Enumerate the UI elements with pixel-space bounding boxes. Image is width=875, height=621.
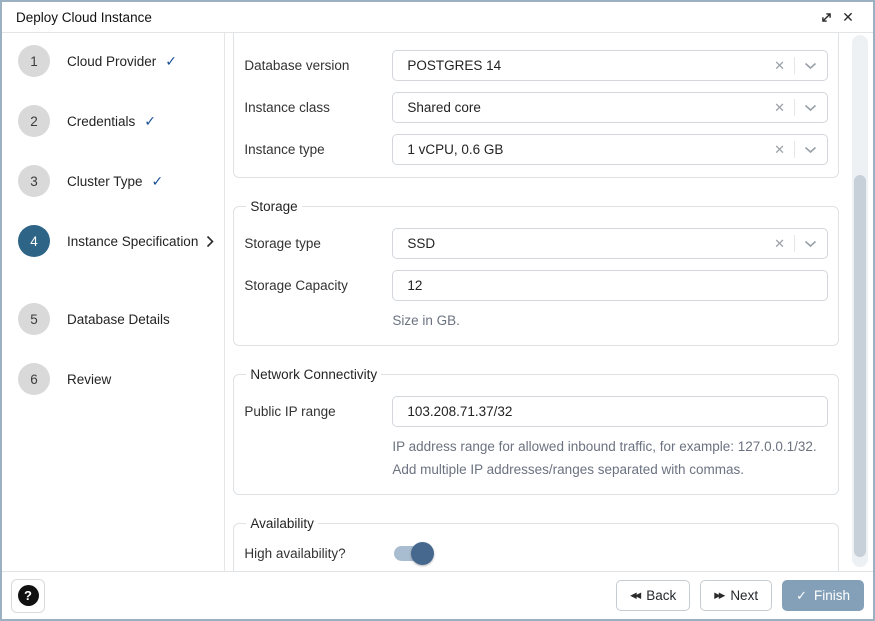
- instance-type-select[interactable]: 1 vCPU, 0.6 GB ✕: [392, 134, 828, 165]
- select-icons: ✕: [774, 135, 817, 164]
- step-label: Instance Specification: [67, 234, 198, 249]
- database-version-value: POSTGRES 14: [407, 58, 763, 73]
- storage-capacity-label: Storage Capacity: [244, 277, 392, 295]
- step-number-badge: 6: [18, 363, 50, 395]
- field-row-storage-capacity: Storage Capacity: [244, 270, 828, 301]
- step-review[interactable]: 6 Review: [12, 363, 214, 395]
- back-button[interactable]: ◀◀ Back: [616, 580, 690, 611]
- back-arrows-icon: ◀◀: [630, 590, 639, 601]
- next-button-label: Next: [730, 588, 758, 603]
- instance-class-label: Instance class: [244, 99, 392, 117]
- database-version-select[interactable]: POSTGRES 14 ✕: [392, 50, 828, 81]
- select-divider: [794, 57, 795, 74]
- step-number-badge: 2: [18, 105, 50, 137]
- finish-check-icon: ✓: [796, 588, 807, 604]
- finish-button[interactable]: ✓ Finish: [782, 580, 864, 611]
- step-label: Database Details: [67, 312, 170, 327]
- section-network-legend: Network Connectivity: [246, 367, 381, 382]
- high-availability-label: High availability?: [244, 545, 392, 563]
- field-row-database-version: Database version POSTGRES 14 ✕: [244, 50, 828, 81]
- field-row-instance-type: Instance type 1 vCPU, 0.6 GB ✕: [244, 134, 828, 165]
- deploy-cloud-instance-dialog: Deploy Cloud Instance ✕ 1 Cloud Provider…: [0, 0, 875, 621]
- field-row-storage-type: Storage type SSD ✕: [244, 228, 828, 259]
- select-icons: ✕: [774, 93, 817, 122]
- step-instance-specification[interactable]: 4 Instance Specification: [12, 225, 214, 257]
- section-network-connectivity: Network Connectivity Public IP range IP …: [233, 367, 839, 495]
- storage-type-label: Storage type: [244, 235, 392, 253]
- step-complete-check-icon: ✓: [165, 53, 177, 70]
- high-availability-toggle[interactable]: [394, 546, 430, 561]
- section-storage: Storage Storage type SSD ✕: [233, 199, 839, 346]
- form-content-area: Version & Instance Database version POST…: [225, 33, 873, 571]
- select-divider: [794, 141, 795, 158]
- public-ip-label: Public IP range: [244, 403, 392, 421]
- help-button[interactable]: ?: [11, 579, 45, 613]
- section-availability: Availability High availability? Secondar…: [233, 516, 839, 571]
- step-label: Credentials: [67, 114, 135, 129]
- select-icons: ✕: [774, 51, 817, 80]
- storage-type-select[interactable]: SSD ✕: [392, 228, 828, 259]
- step-credentials[interactable]: 2 Credentials ✓: [12, 105, 214, 137]
- step-complete-check-icon: ✓: [144, 113, 156, 130]
- step-label: Cloud Provider: [67, 54, 156, 69]
- database-version-label: Database version: [244, 57, 392, 75]
- step-number-badge: 1: [18, 45, 50, 77]
- section-version-instance-legend: Version & Instance: [246, 33, 367, 36]
- field-row-instance-class: Instance class Shared core ✕: [244, 92, 828, 123]
- vertical-scrollbar-track[interactable]: [852, 35, 868, 567]
- select-divider: [794, 235, 795, 252]
- field-row-high-availability: High availability?: [244, 545, 828, 563]
- field-row-public-ip: Public IP range: [244, 396, 828, 427]
- chevron-down-icon[interactable]: [804, 62, 817, 70]
- storage-capacity-helper: Size in GB.: [392, 310, 828, 333]
- active-step-chevron-right-icon: [206, 235, 214, 248]
- dialog-titlebar: Deploy Cloud Instance ✕: [2, 2, 873, 33]
- public-ip-helper: IP address range for allowed inbound tra…: [392, 436, 828, 482]
- form-scroll-region: Version & Instance Database version POST…: [225, 33, 873, 571]
- section-storage-legend: Storage: [246, 199, 301, 214]
- section-version-instance: Version & Instance Database version POST…: [233, 33, 839, 178]
- dialog-body: 1 Cloud Provider ✓ 2 Credentials ✓ 3 Clu…: [2, 33, 873, 571]
- step-number-badge: 4: [18, 225, 50, 257]
- finish-button-label: Finish: [814, 588, 850, 603]
- instance-class-value: Shared core: [407, 100, 763, 115]
- clear-icon[interactable]: ✕: [774, 237, 785, 250]
- instance-class-select[interactable]: Shared core ✕: [392, 92, 828, 123]
- close-icon: ✕: [842, 10, 854, 24]
- step-cloud-provider[interactable]: 1 Cloud Provider ✓: [12, 45, 214, 77]
- select-icons: ✕: [774, 229, 817, 258]
- toggle-knob: [411, 542, 434, 565]
- public-ip-input[interactable]: [392, 396, 828, 427]
- section-availability-legend: Availability: [246, 516, 318, 531]
- chevron-down-icon[interactable]: [804, 104, 817, 112]
- storage-type-value: SSD: [407, 236, 763, 251]
- step-number-badge: 5: [18, 303, 50, 335]
- close-button[interactable]: ✕: [837, 6, 859, 28]
- select-divider: [794, 99, 795, 116]
- chevron-down-icon[interactable]: [804, 240, 817, 248]
- dialog-title: Deploy Cloud Instance: [16, 10, 152, 25]
- step-database-details[interactable]: 5 Database Details: [12, 303, 214, 335]
- storage-capacity-input[interactable]: [392, 270, 828, 301]
- clear-icon[interactable]: ✕: [774, 59, 785, 72]
- instance-type-value: 1 vCPU, 0.6 GB: [407, 142, 763, 157]
- dialog-footer: ? ◀◀ Back ▶▶ Next ✓ Finish: [2, 571, 873, 619]
- next-button[interactable]: ▶▶ Next: [700, 580, 772, 611]
- maximize-icon: [820, 11, 833, 24]
- chevron-down-icon[interactable]: [804, 146, 817, 154]
- vertical-scrollbar-thumb[interactable]: [854, 175, 866, 557]
- step-number-badge: 3: [18, 165, 50, 197]
- step-label: Cluster Type: [67, 174, 143, 189]
- next-arrows-icon: ▶▶: [714, 590, 723, 601]
- maximize-button[interactable]: [815, 6, 837, 28]
- clear-icon[interactable]: ✕: [774, 143, 785, 156]
- step-cluster-type[interactable]: 3 Cluster Type ✓: [12, 165, 214, 197]
- step-label: Review: [67, 372, 111, 387]
- help-icon: ?: [18, 585, 39, 606]
- step-complete-check-icon: ✓: [152, 173, 164, 190]
- wizard-steps-panel: 1 Cloud Provider ✓ 2 Credentials ✓ 3 Clu…: [2, 33, 225, 571]
- clear-icon[interactable]: ✕: [774, 101, 785, 114]
- back-button-label: Back: [646, 588, 676, 603]
- instance-type-label: Instance type: [244, 141, 392, 159]
